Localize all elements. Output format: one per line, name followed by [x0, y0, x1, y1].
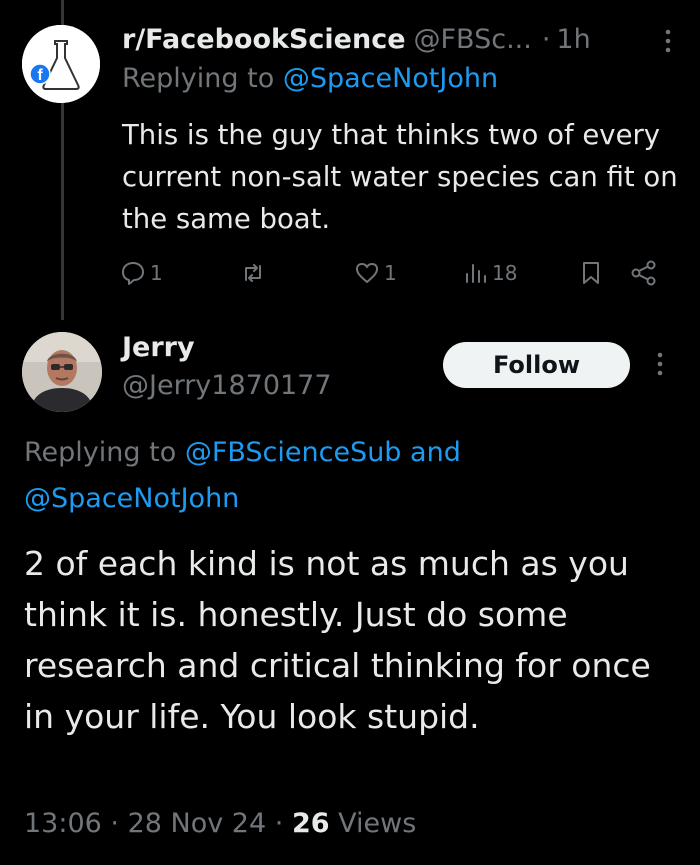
- replying-and: and: [410, 437, 461, 468]
- views-button[interactable]: 18: [464, 255, 517, 291]
- like-count: 1: [384, 261, 397, 285]
- tweet1-action-bar: 1 1 18: [112, 255, 672, 291]
- follow-button[interactable]: Follow: [443, 342, 630, 388]
- views-count: 18: [492, 261, 518, 285]
- tweet2-meta: 13:06 · 28 Nov 24 · 26 Views: [24, 808, 416, 839]
- more-icon: [665, 29, 671, 53]
- replying-to-link[interactable]: @SpaceNotJohn: [283, 63, 498, 94]
- tweet1-more-button[interactable]: [658, 27, 678, 55]
- repost-button[interactable]: [240, 255, 270, 291]
- bookmark-icon: [583, 262, 599, 284]
- repost-icon: [245, 264, 261, 282]
- reply-icon: [122, 262, 144, 285]
- meta-separator: ·: [110, 808, 119, 839]
- views-icon: [466, 264, 486, 283]
- tweet1-display-name[interactable]: r/FacebookScience: [122, 24, 406, 55]
- share-icon: [631, 260, 656, 286]
- user-photo-icon: [22, 332, 102, 412]
- like-icon: [356, 263, 378, 283]
- bookmark-button[interactable]: [578, 255, 604, 291]
- reply-button[interactable]: 1: [120, 255, 163, 291]
- svg-text:f: f: [37, 67, 43, 84]
- like-button[interactable]: 1: [354, 255, 397, 291]
- more-icon: [657, 352, 663, 376]
- reply-count: 1: [150, 261, 163, 285]
- tweet1-time[interactable]: 1h: [556, 24, 590, 55]
- replying-to-link-1[interactable]: @FBScienceSub: [185, 437, 402, 468]
- tweet2-views-label: Views: [338, 808, 417, 839]
- tweet2-display-name[interactable]: Jerry: [122, 332, 195, 363]
- tweet1-handle[interactable]: @FBSc...: [414, 24, 532, 55]
- meta-separator: ·: [274, 808, 284, 839]
- tweet2-time[interactable]: 13:06: [24, 808, 102, 839]
- replying-prefix: Replying to: [24, 437, 177, 468]
- tweet2-text: 2 of each kind is not as much as you thi…: [24, 544, 651, 736]
- flask-logo-icon: f: [22, 25, 100, 103]
- replying-to-link-2[interactable]: @SpaceNotJohn: [24, 483, 239, 514]
- tweet1-header: r/FacebookScience @FBSc... · 1h: [122, 20, 680, 58]
- tweet1-replying-to: Replying to @SpaceNotJohn: [122, 63, 498, 94]
- tweet1-text: This is the guy that thinks two of every…: [122, 119, 678, 235]
- facebook-science-avatar[interactable]: f: [22, 25, 100, 103]
- tweet2-date[interactable]: 28 Nov 24: [128, 808, 267, 839]
- tweet2-views-count: 26: [291, 808, 330, 839]
- tweet1-separator: ·: [541, 23, 551, 55]
- replying-prefix: Replying to: [122, 63, 275, 94]
- tweet2-more-button[interactable]: [650, 350, 670, 378]
- share-button[interactable]: [630, 255, 658, 291]
- tweet2-handle[interactable]: @Jerry1870177: [122, 370, 332, 401]
- jerry-avatar[interactable]: [22, 332, 102, 412]
- tweet2-replying-to: Replying to @FBScienceSub and @SpaceNotJ…: [24, 430, 664, 522]
